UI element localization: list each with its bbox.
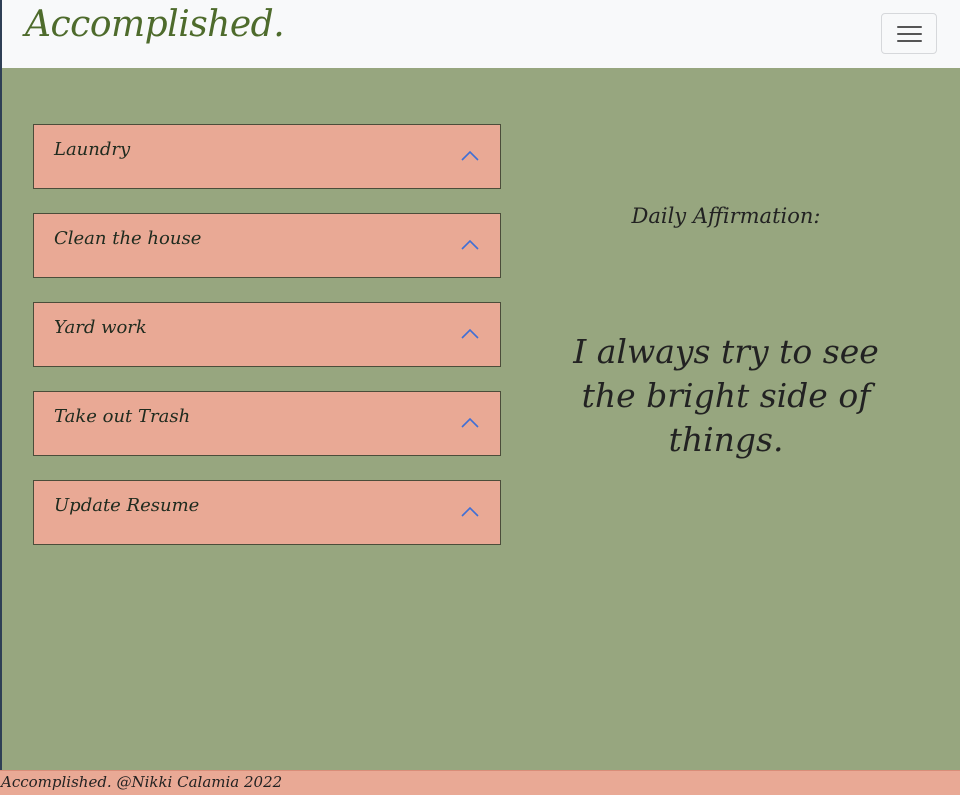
task-item[interactable]: Yard work bbox=[33, 302, 501, 367]
affirmation-title: Daily Affirmation: bbox=[631, 204, 821, 228]
footer: Accomplished. @Nikki Calamia 2022 bbox=[0, 770, 960, 795]
chevron-up-icon[interactable] bbox=[460, 149, 480, 163]
task-label: Clean the house bbox=[54, 228, 202, 249]
task-label: Laundry bbox=[54, 139, 131, 160]
chevron-up-icon[interactable] bbox=[460, 238, 480, 252]
footer-text: Accomplished. @Nikki Calamia 2022 bbox=[1, 773, 283, 791]
task-label: Update Resume bbox=[54, 495, 200, 516]
chevron-up-icon[interactable] bbox=[460, 327, 480, 341]
brand-logo[interactable]: Accomplished. bbox=[25, 4, 285, 45]
task-item[interactable]: Update Resume bbox=[33, 480, 501, 545]
task-label: Yard work bbox=[54, 317, 147, 338]
task-item[interactable]: Clean the house bbox=[33, 213, 501, 278]
navbar: Accomplished. bbox=[2, 0, 960, 68]
task-item[interactable]: Laundry bbox=[33, 124, 501, 189]
task-label: Take out Trash bbox=[54, 406, 191, 427]
task-item[interactable]: Take out Trash bbox=[33, 391, 501, 456]
chevron-up-icon[interactable] bbox=[460, 416, 480, 430]
chevron-up-icon[interactable] bbox=[460, 505, 480, 519]
affirmation-text: I always try to see the bright side of t… bbox=[573, 332, 879, 459]
main-content: Laundry Clean the house Yard work Take o… bbox=[2, 68, 960, 770]
navbar-toggle-button[interactable] bbox=[881, 13, 937, 54]
